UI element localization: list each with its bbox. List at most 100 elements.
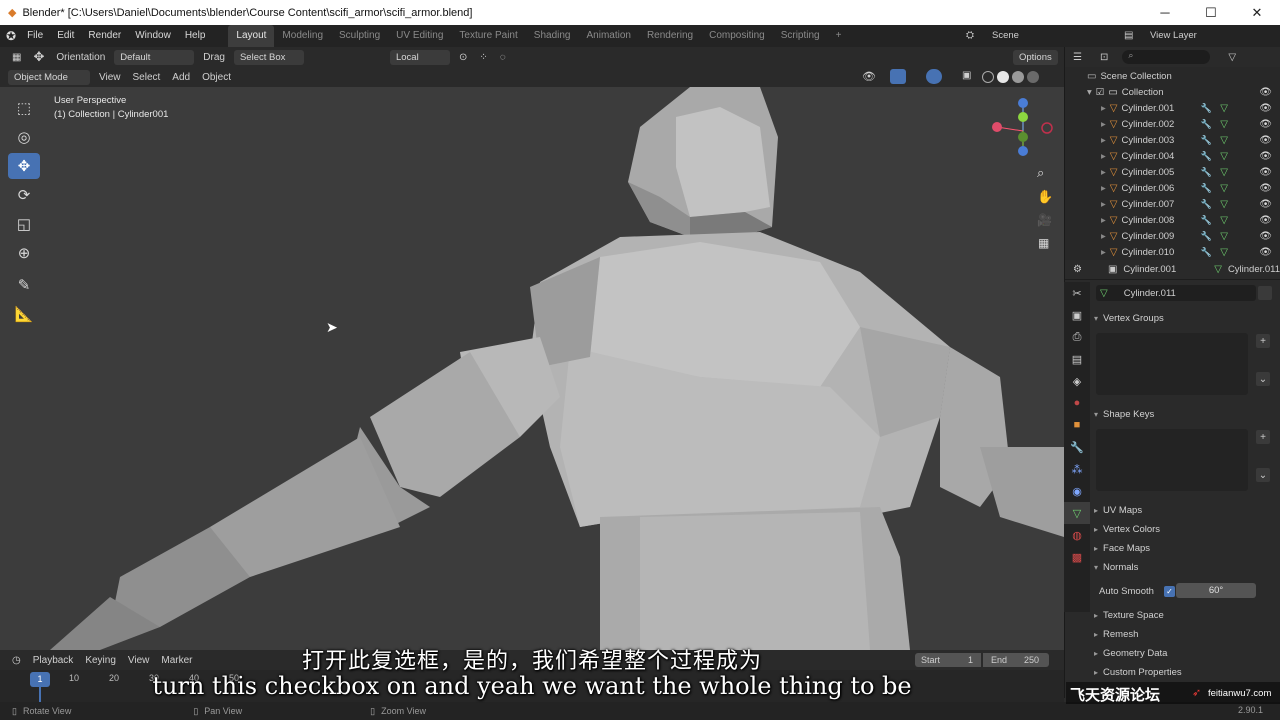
modifier-wrench-icon[interactable]: 🔧 <box>1201 151 1212 162</box>
viewport-menu-select[interactable]: Select <box>127 72 167 83</box>
expand-arrow-icon[interactable]: ▸ <box>1101 135 1106 146</box>
add-workspace-button[interactable]: + <box>828 25 850 47</box>
tab-shading[interactable]: Shading <box>526 25 579 47</box>
eye-icon[interactable]: 👁 <box>1259 183 1272 194</box>
add-shape-key-button[interactable]: + <box>1256 430 1270 444</box>
mesh-data-icon[interactable]: ▽ <box>1220 183 1228 194</box>
outliner-object-row[interactable]: ▸ ▽ Cylinder.007 🔧 ▽ 👁 <box>1065 196 1280 212</box>
axis-gizmo-icon[interactable] <box>985 95 1055 165</box>
expand-arrow-icon[interactable]: ▸ <box>1101 215 1106 226</box>
shape-keys-list[interactable] <box>1096 429 1248 491</box>
eye-icon[interactable]: 👁 <box>1259 87 1272 98</box>
rotate-tool-icon[interactable]: ⟳ <box>8 182 40 208</box>
vertex-colors-header[interactable]: ▸ Vertex Colors <box>1094 520 1274 538</box>
mesh-data-icon[interactable]: ▽ <box>1220 247 1228 258</box>
mode-dropdown[interactable]: Object Mode <box>8 69 90 85</box>
mesh-data-icon[interactable]: ▽ <box>1220 231 1228 242</box>
tab-rendering[interactable]: Rendering <box>639 25 701 47</box>
mesh-data-icon[interactable]: ▽ <box>1220 215 1228 226</box>
normals-header[interactable]: ▾ Normals <box>1094 558 1274 576</box>
options-dropdown[interactable]: Options <box>1013 50 1058 65</box>
modifier-wrench-icon[interactable]: 🔧 <box>1201 231 1212 242</box>
render-tab-icon[interactable]: ▣ <box>1064 304 1090 326</box>
expand-arrow-icon[interactable]: ▸ <box>1101 103 1106 114</box>
expand-arrow-icon[interactable]: ▸ <box>1101 151 1106 162</box>
viewport-menu-view[interactable]: View <box>93 72 127 83</box>
outliner-object-row[interactable]: ▸ ▽ Cylinder.005 🔧 ▽ 👁 <box>1065 164 1280 180</box>
xray-icon[interactable]: ▣ <box>962 70 971 81</box>
measure-tool-icon[interactable]: 📐 <box>8 301 40 327</box>
uv-maps-header[interactable]: ▸ UV Maps <box>1094 501 1274 519</box>
snap-icon[interactable]: ⁘ <box>473 52 493 63</box>
outliner-object-row[interactable]: ▸ ▽ Cylinder.004 🔧 ▽ 👁 <box>1065 148 1280 164</box>
maximize-button[interactable]: ☐ <box>1188 0 1234 25</box>
outliner-object-row[interactable]: ▸ ▽ Cylinder.009 🔧 ▽ 👁 <box>1065 228 1280 244</box>
vertex-groups-header[interactable]: ▾ Vertex Groups <box>1094 309 1274 327</box>
eye-icon[interactable]: 👁 <box>1259 167 1272 178</box>
solid-shading-icon[interactable] <box>997 71 1009 83</box>
outliner-editor-icon[interactable]: ☰ <box>1073 52 1082 63</box>
eye-icon[interactable]: 👁 <box>1259 103 1272 114</box>
outliner-object-row[interactable]: ▸ ▽ Cylinder.006 🔧 ▽ 👁 <box>1065 180 1280 196</box>
orientation-dropdown[interactable]: Default <box>114 49 195 65</box>
filter-funnel-icon[interactable]: ▽ <box>1228 52 1236 63</box>
outliner-object-row[interactable]: ▸ ▽ Cylinder.010 🔧 ▽ 👁 <box>1065 244 1280 260</box>
scene-selector[interactable]: Scene <box>992 30 1019 41</box>
zoom-icon[interactable]: ⌕ <box>1037 165 1044 181</box>
viewport-menu-object[interactable]: Object <box>196 72 237 83</box>
menu-help[interactable]: Help <box>178 25 213 47</box>
pivot-icon[interactable]: ⊙ <box>453 52 473 63</box>
shape-keys-header[interactable]: ▾ Shape Keys <box>1094 405 1274 423</box>
annotate-tool-icon[interactable]: ✎ <box>8 272 40 298</box>
modifier-wrench-icon[interactable]: 🔧 <box>1201 119 1212 130</box>
modifier-wrench-icon[interactable]: 🔧 <box>1201 247 1212 258</box>
world-tab-icon[interactable]: ● <box>1064 392 1090 414</box>
visibility-icon[interactable]: 👁 <box>862 70 876 83</box>
tool-tab-icon[interactable]: ✂ <box>1064 282 1090 304</box>
properties-editor-icon[interactable]: ⚙ <box>1073 264 1082 275</box>
texture-space-header[interactable]: ▸ Texture Space <box>1094 606 1274 624</box>
menu-window[interactable]: Window <box>128 25 178 47</box>
collection-row[interactable]: ▾ ☑ ▭ Collection 👁 <box>1065 84 1280 100</box>
drag-dropdown[interactable]: Select Box <box>233 49 304 65</box>
material-shading-icon[interactable] <box>1012 71 1024 83</box>
object-tab-icon[interactable]: ■ <box>1064 414 1090 436</box>
mesh-data-icon[interactable]: ▽ <box>1220 135 1228 146</box>
auto-smooth-checkbox[interactable]: ✓ <box>1163 585 1175 597</box>
outliner-object-row[interactable]: ▸ ▽ Cylinder.002 🔧 ▽ 👁 <box>1065 116 1280 132</box>
outliner-search-input[interactable]: ⌕ <box>1122 50 1211 64</box>
proportional-edit-icon[interactable]: ◌ <box>494 52 512 63</box>
eye-icon[interactable]: 👁 <box>1259 151 1272 162</box>
viewport-menu-add[interactable]: Add <box>166 72 196 83</box>
mesh-data-tab-icon[interactable]: ▽ <box>1064 502 1090 524</box>
view-layer-selector[interactable]: View Layer <box>1150 30 1197 41</box>
outliner-object-row[interactable]: ▸ ▽ Cylinder.001 🔧 ▽ 👁 <box>1065 100 1280 116</box>
menu-render[interactable]: Render <box>81 25 128 47</box>
tab-texture-paint[interactable]: Texture Paint <box>451 25 525 47</box>
mesh-datablock-field[interactable]: ▽ Cylinder.011 <box>1096 285 1256 301</box>
tab-animation[interactable]: Animation <box>578 25 638 47</box>
outliner-filter-type-icon[interactable]: ⊡ <box>1100 52 1108 63</box>
vertex-group-menu-icon[interactable]: ⌄ <box>1256 372 1270 386</box>
checkbox-icon[interactable]: ☑ <box>1096 87 1105 98</box>
outliner-object-row[interactable]: ▸ ▽ Cylinder.008 🔧 ▽ 👁 <box>1065 212 1280 228</box>
eye-icon[interactable]: 👁 <box>1259 215 1272 226</box>
mesh-data-icon[interactable]: ▽ <box>1220 167 1228 178</box>
remesh-header[interactable]: ▸ Remesh <box>1094 625 1274 643</box>
tab-scripting[interactable]: Scripting <box>773 25 828 47</box>
minimize-button[interactable]: ─ <box>1142 0 1188 25</box>
camera-view-icon[interactable]: 🎥 <box>1037 213 1052 227</box>
tab-modeling[interactable]: Modeling <box>274 25 331 47</box>
move-tool-button[interactable]: ✥ <box>8 153 40 179</box>
modifier-tab-icon[interactable]: 🔧 <box>1064 436 1090 458</box>
expand-arrow-icon[interactable]: ▸ <box>1101 231 1106 242</box>
tab-compositing[interactable]: Compositing <box>701 25 773 47</box>
expand-arrow-icon[interactable]: ▸ <box>1101 119 1106 130</box>
modifier-wrench-icon[interactable]: 🔧 <box>1201 215 1212 226</box>
add-vertex-group-button[interactable]: + <box>1256 334 1270 348</box>
select-tool-icon[interactable]: ⬚ <box>8 95 40 121</box>
auto-smooth-angle-field[interactable]: 60° <box>1176 583 1256 598</box>
eye-icon[interactable]: 👁 <box>1259 135 1272 146</box>
cursor-tool-icon[interactable]: ◎ <box>8 124 40 150</box>
face-maps-header[interactable]: ▸ Face Maps <box>1094 539 1274 557</box>
